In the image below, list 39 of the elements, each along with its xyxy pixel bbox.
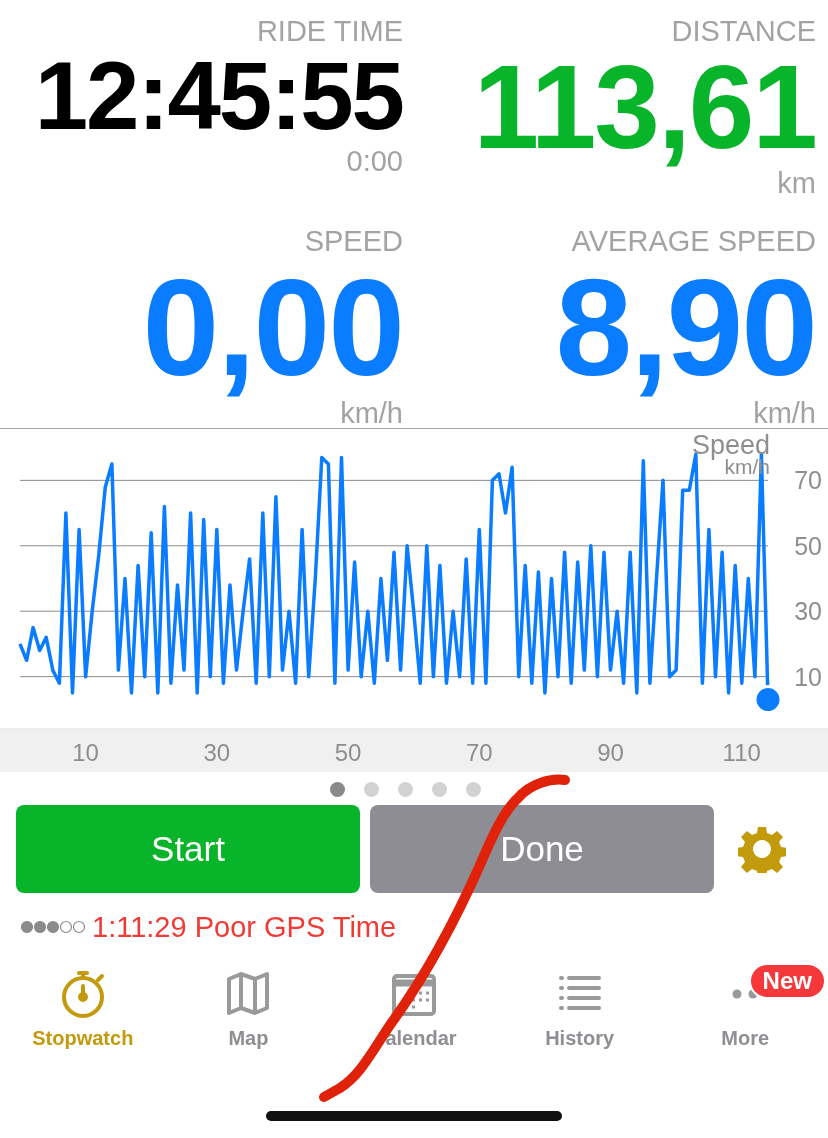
- settings-icon[interactable]: [738, 825, 786, 873]
- chart-title: Speed: [691, 430, 770, 460]
- x-tick-label: 90: [597, 739, 624, 766]
- x-tick-label: 10: [72, 739, 99, 766]
- y-tick-label: 50: [794, 531, 822, 560]
- stat-label: AVERAGE SPEED: [571, 224, 816, 258]
- unit-label: km: [777, 167, 816, 200]
- y-tick-label: 30: [794, 597, 822, 626]
- done-button[interactable]: Done: [370, 805, 714, 893]
- page-dot[interactable]: [363, 782, 379, 797]
- tab[interactable]: Map: [165, 969, 332, 1050]
- stat-label: DISTANCE: [671, 14, 816, 48]
- y-tick-label: 10: [794, 662, 822, 691]
- stat-value: 12:45:55: [34, 48, 403, 144]
- x-tick-label: 30: [203, 739, 231, 766]
- gps-signal-icon: [20, 919, 88, 935]
- x-tick-label: 110: [722, 739, 761, 766]
- page-dot[interactable]: [465, 782, 481, 797]
- more-icon: [732, 989, 759, 999]
- gps-status: 1:11:29 Poor GPS Time: [92, 910, 397, 944]
- page-dot[interactable]: [397, 782, 413, 797]
- lap-time: 0:00: [346, 144, 403, 178]
- y-tick-label: 70: [794, 466, 822, 495]
- x-tick-label: 50: [334, 739, 362, 766]
- start-button[interactable]: Start: [16, 805, 360, 893]
- tab[interactable]: alendar: [331, 969, 497, 1050]
- tab[interactable]: History: [496, 969, 663, 1050]
- new-badge: New: [748, 963, 826, 999]
- page-dot[interactable]: [329, 782, 345, 797]
- page-dot[interactable]: [431, 782, 447, 797]
- unit-label: km/h: [340, 397, 403, 430]
- stat-value: 113,61: [473, 48, 816, 166]
- stat-value: 8,90: [555, 258, 816, 396]
- stat-value: 0,00: [142, 258, 403, 396]
- tab[interactable]: Stopwatch: [0, 969, 166, 1050]
- stat-label: SPEED: [304, 224, 403, 258]
- x-tick-label: 70: [465, 739, 493, 766]
- unit-label: km/h: [753, 397, 816, 430]
- stat-label: RIDE TIME: [256, 14, 403, 48]
